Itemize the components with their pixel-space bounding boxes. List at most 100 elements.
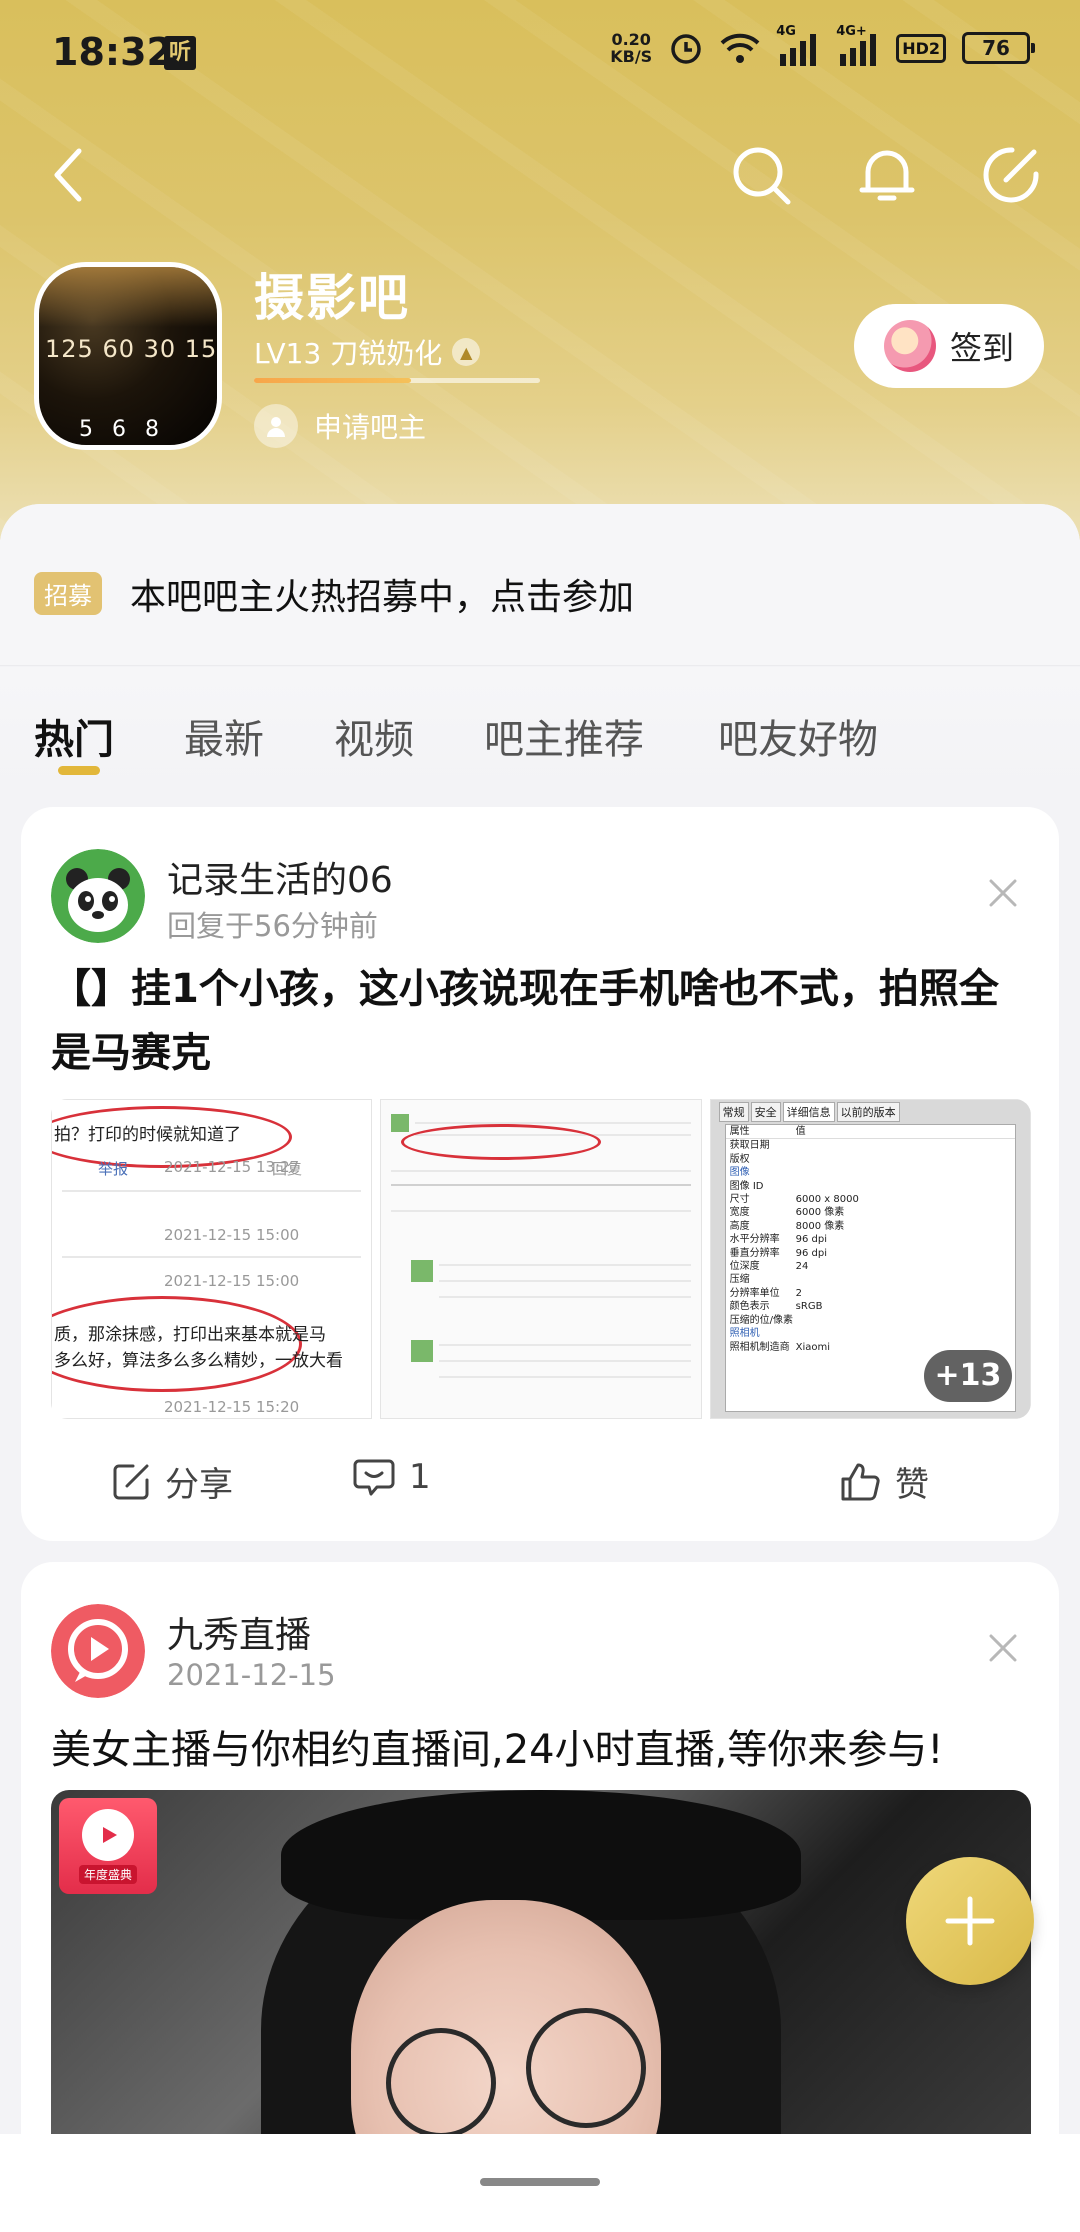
comment-count: 1	[409, 1457, 431, 1497]
forum-header: 18:32 听 0.20 KB/S 4G 4G+ HD2 76 125 60 3…	[0, 0, 1080, 540]
property-name: 颜色表示	[729, 1301, 770, 1313]
close-icon[interactable]	[985, 1630, 1021, 1666]
wifi-icon	[720, 33, 760, 63]
property-name: 版权	[729, 1153, 750, 1165]
back-icon[interactable]	[34, 140, 104, 210]
share-button[interactable]: 分享	[111, 1457, 233, 1506]
status-right: 0.20 KB/S 4G 4G+ HD2 76	[610, 24, 1035, 66]
ad-post-card[interactable]: 九秀直播 2021-12-15 美女主播与你相约直播间,24小时直播,等你来参与…	[21, 1562, 1059, 2232]
ad-author-avatar[interactable]	[51, 1604, 145, 1698]
property-name: 尺寸	[729, 1194, 750, 1206]
close-icon[interactable]	[985, 875, 1021, 911]
sign-coin-icon	[883, 320, 936, 372]
recruit-notice[interactable]: 招募 本吧吧主火热招募中，点击参加	[0, 504, 1080, 666]
post-card[interactable]: 记录生活的06 回复于56分钟前 【】挂1个小孩，这小孩说现在手机啥也不式，拍照…	[21, 807, 1059, 1541]
forum-level[interactable]: LV13 刀锐奶化 ▲	[254, 332, 481, 372]
battery-icon: 76	[962, 32, 1035, 64]
sign-in-button[interactable]: 签到	[854, 304, 1044, 388]
bell-icon[interactable]	[852, 140, 922, 210]
rocket-icon: ▲	[452, 338, 481, 366]
ad-author-name[interactable]: 九秀直播	[167, 1606, 311, 1658]
like-button[interactable]: 赞	[839, 1457, 929, 1506]
recruit-text: 本吧吧主火热招募中，点击参加	[130, 577, 635, 618]
tab-video[interactable]: 视频	[334, 707, 414, 765]
property-value: 6000 像素	[795, 1207, 845, 1219]
property-value: Xiaomi	[795, 1341, 831, 1353]
alarm-icon	[671, 34, 701, 64]
top-nav	[0, 130, 1080, 220]
post-image-1[interactable]: 拍？打印的时候就知道了 举报 2021-12-15 13:27 回复 2021-…	[51, 1099, 373, 1419]
apply-moderator-button[interactable]: 申请吧主	[254, 404, 426, 448]
post-actions: 分享 1 赞	[21, 1447, 1059, 1517]
property-name: 压缩的位/像素	[729, 1314, 794, 1326]
search-icon[interactable]	[726, 140, 796, 210]
property-row: 获取日期	[726, 1139, 1015, 1152]
post-images[interactable]: 拍？打印的时候就知道了 举报 2021-12-15 13:27 回复 2021-…	[51, 1099, 1031, 1419]
property-row: 宽度 6000 像素	[726, 1206, 1015, 1219]
ad-post-date: 2021-12-15	[167, 1658, 336, 1692]
property-name: 图像	[729, 1167, 750, 1179]
status-time: 18:32	[52, 30, 173, 74]
post-image-2[interactable]	[380, 1099, 702, 1419]
property-row: 分辨率单位 2	[726, 1287, 1015, 1300]
forum-name: 摄影吧	[254, 269, 410, 327]
plus-icon	[945, 1896, 995, 1946]
forum-avatar[interactable]: 125 60 30 15 5 6 8	[34, 262, 222, 450]
property-value: 96 dpi	[795, 1234, 828, 1246]
author-avatar[interactable]	[51, 849, 145, 943]
tab-goods[interactable]: 吧友好物	[718, 707, 878, 765]
property-value: 2	[795, 1287, 803, 1299]
tab-hot[interactable]: 热门	[34, 707, 114, 765]
property-name: 压缩	[729, 1274, 750, 1286]
property-name: 照相机制造商	[729, 1341, 790, 1353]
signal-4gplus-icon: 4G+	[836, 24, 880, 66]
like-label: 赞	[895, 1465, 929, 1505]
edit-post-icon[interactable]	[976, 140, 1046, 210]
tab-bar: 热门 最新 视频 吧主推荐 吧友好物	[0, 667, 1080, 787]
property-row: 压缩	[726, 1273, 1015, 1286]
tab-moderator-picks[interactable]: 吧主推荐	[484, 707, 644, 765]
status-bar: 18:32 听 0.20 KB/S 4G 4G+ HD2 76	[0, 0, 1080, 110]
post-image-3[interactable]: 常规 安全 详细信息 以前的版本 属性值 获取日期 版权 图像 图像 ID 尺寸 6000…	[709, 1099, 1031, 1419]
property-value: 6000 x 8000	[795, 1194, 859, 1206]
level-progress	[254, 378, 540, 383]
comment-icon	[353, 1459, 395, 1496]
recruit-tag: 招募	[34, 572, 102, 615]
property-value: sRGB	[795, 1301, 823, 1313]
property-row: 尺寸 6000 x 8000	[726, 1193, 1015, 1206]
author-name[interactable]: 记录生活的06	[167, 851, 393, 903]
property-name: 高度	[729, 1220, 750, 1232]
property-row: 颜色表示 sRGB	[726, 1300, 1015, 1313]
thumbs-up-icon	[841, 1463, 880, 1500]
property-row: 照相机	[726, 1327, 1015, 1340]
home-indicator[interactable]	[480, 2178, 600, 2186]
property-name: 宽度	[729, 1207, 750, 1219]
property-value: 96 dpi	[795, 1247, 828, 1259]
post-title[interactable]: 【】挂1个小孩，这小孩说现在手机啥也不式，拍照全是马赛克	[51, 957, 1031, 1085]
property-name: 分辨率单位	[729, 1287, 780, 1299]
notification-icon: 听	[164, 36, 196, 70]
property-row: 压缩的位/像素	[726, 1314, 1015, 1327]
user-icon	[254, 404, 298, 448]
more-images-badge[interactable]: +13	[923, 1350, 1012, 1402]
level-label: LV13 刀锐奶化	[254, 337, 443, 370]
tab-latest[interactable]: 最新	[184, 707, 264, 765]
property-row: 位深度 24	[726, 1260, 1015, 1273]
share-label: 分享	[165, 1465, 233, 1505]
net-speed: 0.20 KB/S	[610, 30, 653, 66]
ad-post-text[interactable]: 美女主播与你相约直播间,24小时直播,等你来参与!	[51, 1720, 1041, 1780]
signal-4g-icon: 4G	[776, 24, 820, 66]
comment-button[interactable]: 1	[353, 1457, 431, 1497]
property-value: 24	[795, 1261, 809, 1273]
property-row: 图像	[726, 1166, 1015, 1179]
share-icon	[113, 1464, 149, 1499]
tab-underline	[58, 766, 100, 775]
sign-label: 签到	[949, 329, 1014, 367]
property-row: 图像 ID	[726, 1180, 1015, 1193]
property-row: 垂直分辨率 96 dpi	[726, 1247, 1015, 1260]
live-logo-icon: 年度盛典	[59, 1798, 157, 1894]
property-name: 获取日期	[729, 1140, 770, 1152]
create-post-button[interactable]	[906, 1857, 1034, 1985]
property-name: 垂直分辨率	[729, 1247, 780, 1259]
property-name: 照相机	[729, 1328, 760, 1340]
